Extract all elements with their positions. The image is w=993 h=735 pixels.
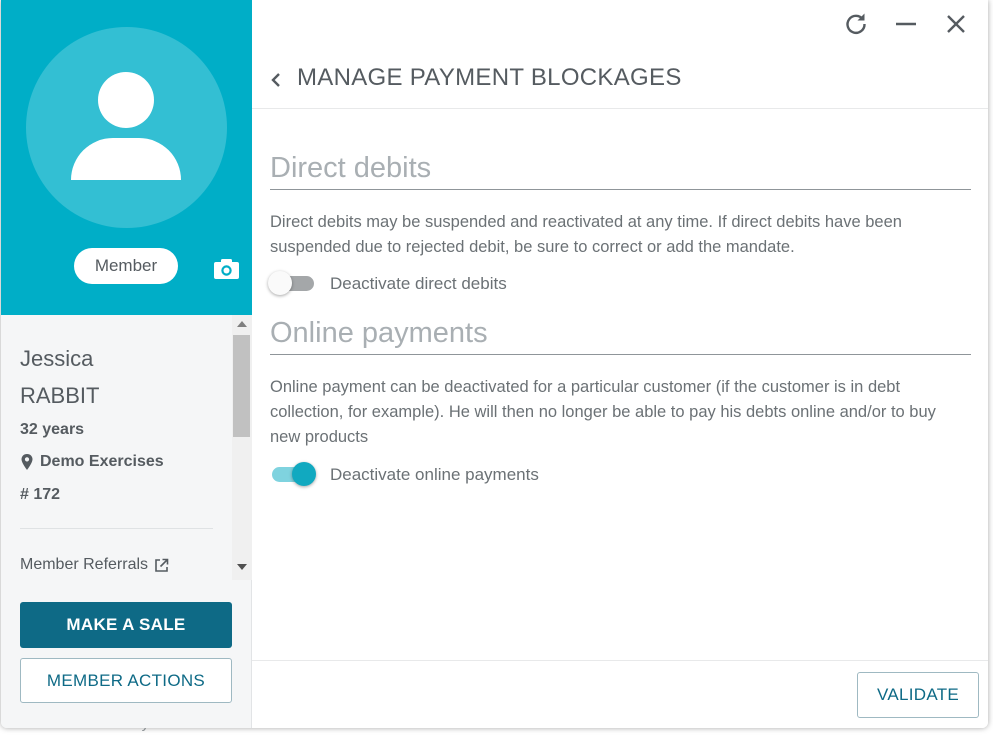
divider bbox=[20, 528, 213, 529]
camera-icon[interactable] bbox=[213, 258, 240, 280]
member-first-name: Jessica bbox=[20, 346, 94, 371]
location-pin-icon bbox=[21, 454, 33, 470]
member-profile-header: Member bbox=[1, 0, 252, 315]
dialog-title: MANAGE PAYMENT BLOCKAGES bbox=[297, 64, 682, 91]
manage-payment-blockages-dialog: Member Jessica RABBIT 32 years Demo Exer… bbox=[1, 0, 988, 728]
member-referrals-link[interactable]: Member Referrals bbox=[20, 556, 169, 574]
member-location-label: Demo Exercises bbox=[40, 453, 164, 470]
member-referrals-label: Member Referrals bbox=[20, 556, 149, 573]
member-location: Demo Exercises bbox=[20, 453, 164, 471]
member-last-name: RABBIT bbox=[20, 383, 100, 408]
avatar-head bbox=[98, 72, 154, 128]
avatar bbox=[26, 27, 227, 228]
scroll-up-arrow-icon[interactable] bbox=[237, 321, 247, 327]
member-actions-button[interactable]: MEMBER ACTIONS bbox=[20, 658, 232, 703]
dialog-footer: VALIDATE bbox=[252, 660, 988, 728]
deactivate-online-payments-label: Deactivate online payments bbox=[330, 465, 539, 484]
sidebar-scrollbar[interactable] bbox=[232, 315, 252, 580]
member-status-badge: Member bbox=[74, 248, 178, 284]
deactivate-online-payments-toggle[interactable] bbox=[270, 462, 316, 488]
member-age: 32 years bbox=[20, 421, 85, 438]
member-sidebar: Member Jessica RABBIT 32 years Demo Exer… bbox=[1, 0, 252, 728]
refresh-icon[interactable] bbox=[842, 10, 870, 38]
validate-button[interactable]: VALIDATE bbox=[857, 672, 979, 718]
window-controls bbox=[842, 10, 970, 38]
toggle-knob bbox=[268, 271, 292, 295]
external-link-icon bbox=[155, 558, 169, 572]
scroll-thumb[interactable] bbox=[233, 335, 250, 437]
member-info: Jessica RABBIT 32 years Demo Exercises #… bbox=[1, 315, 232, 580]
direct-debits-description: Direct debits may be suspended and react… bbox=[270, 213, 902, 256]
scroll-down-arrow-icon[interactable] bbox=[237, 564, 247, 570]
chevron-left-icon[interactable] bbox=[269, 70, 283, 90]
minimize-icon[interactable] bbox=[892, 10, 920, 38]
avatar-body bbox=[71, 138, 181, 180]
dialog-content: MANAGE PAYMENT BLOCKAGES Direct debits D… bbox=[252, 0, 988, 728]
online-payments-toggle-row[interactable]: Deactivate online payments bbox=[270, 462, 539, 488]
member-number: # 172 bbox=[20, 486, 61, 503]
direct-debits-heading: Direct debits bbox=[270, 152, 971, 190]
online-payments-heading: Online payments bbox=[270, 317, 971, 355]
make-a-sale-button[interactable]: MAKE A SALE bbox=[20, 602, 232, 648]
close-icon[interactable] bbox=[942, 10, 970, 38]
toggle-knob bbox=[292, 462, 316, 486]
direct-debits-toggle-row[interactable]: Deactivate direct debits bbox=[268, 271, 507, 297]
online-payments-description: Online payment can be deactivated for a … bbox=[270, 378, 936, 446]
deactivate-direct-debits-label: Deactivate direct debits bbox=[330, 274, 507, 293]
deactivate-direct-debits-toggle[interactable] bbox=[268, 271, 316, 297]
